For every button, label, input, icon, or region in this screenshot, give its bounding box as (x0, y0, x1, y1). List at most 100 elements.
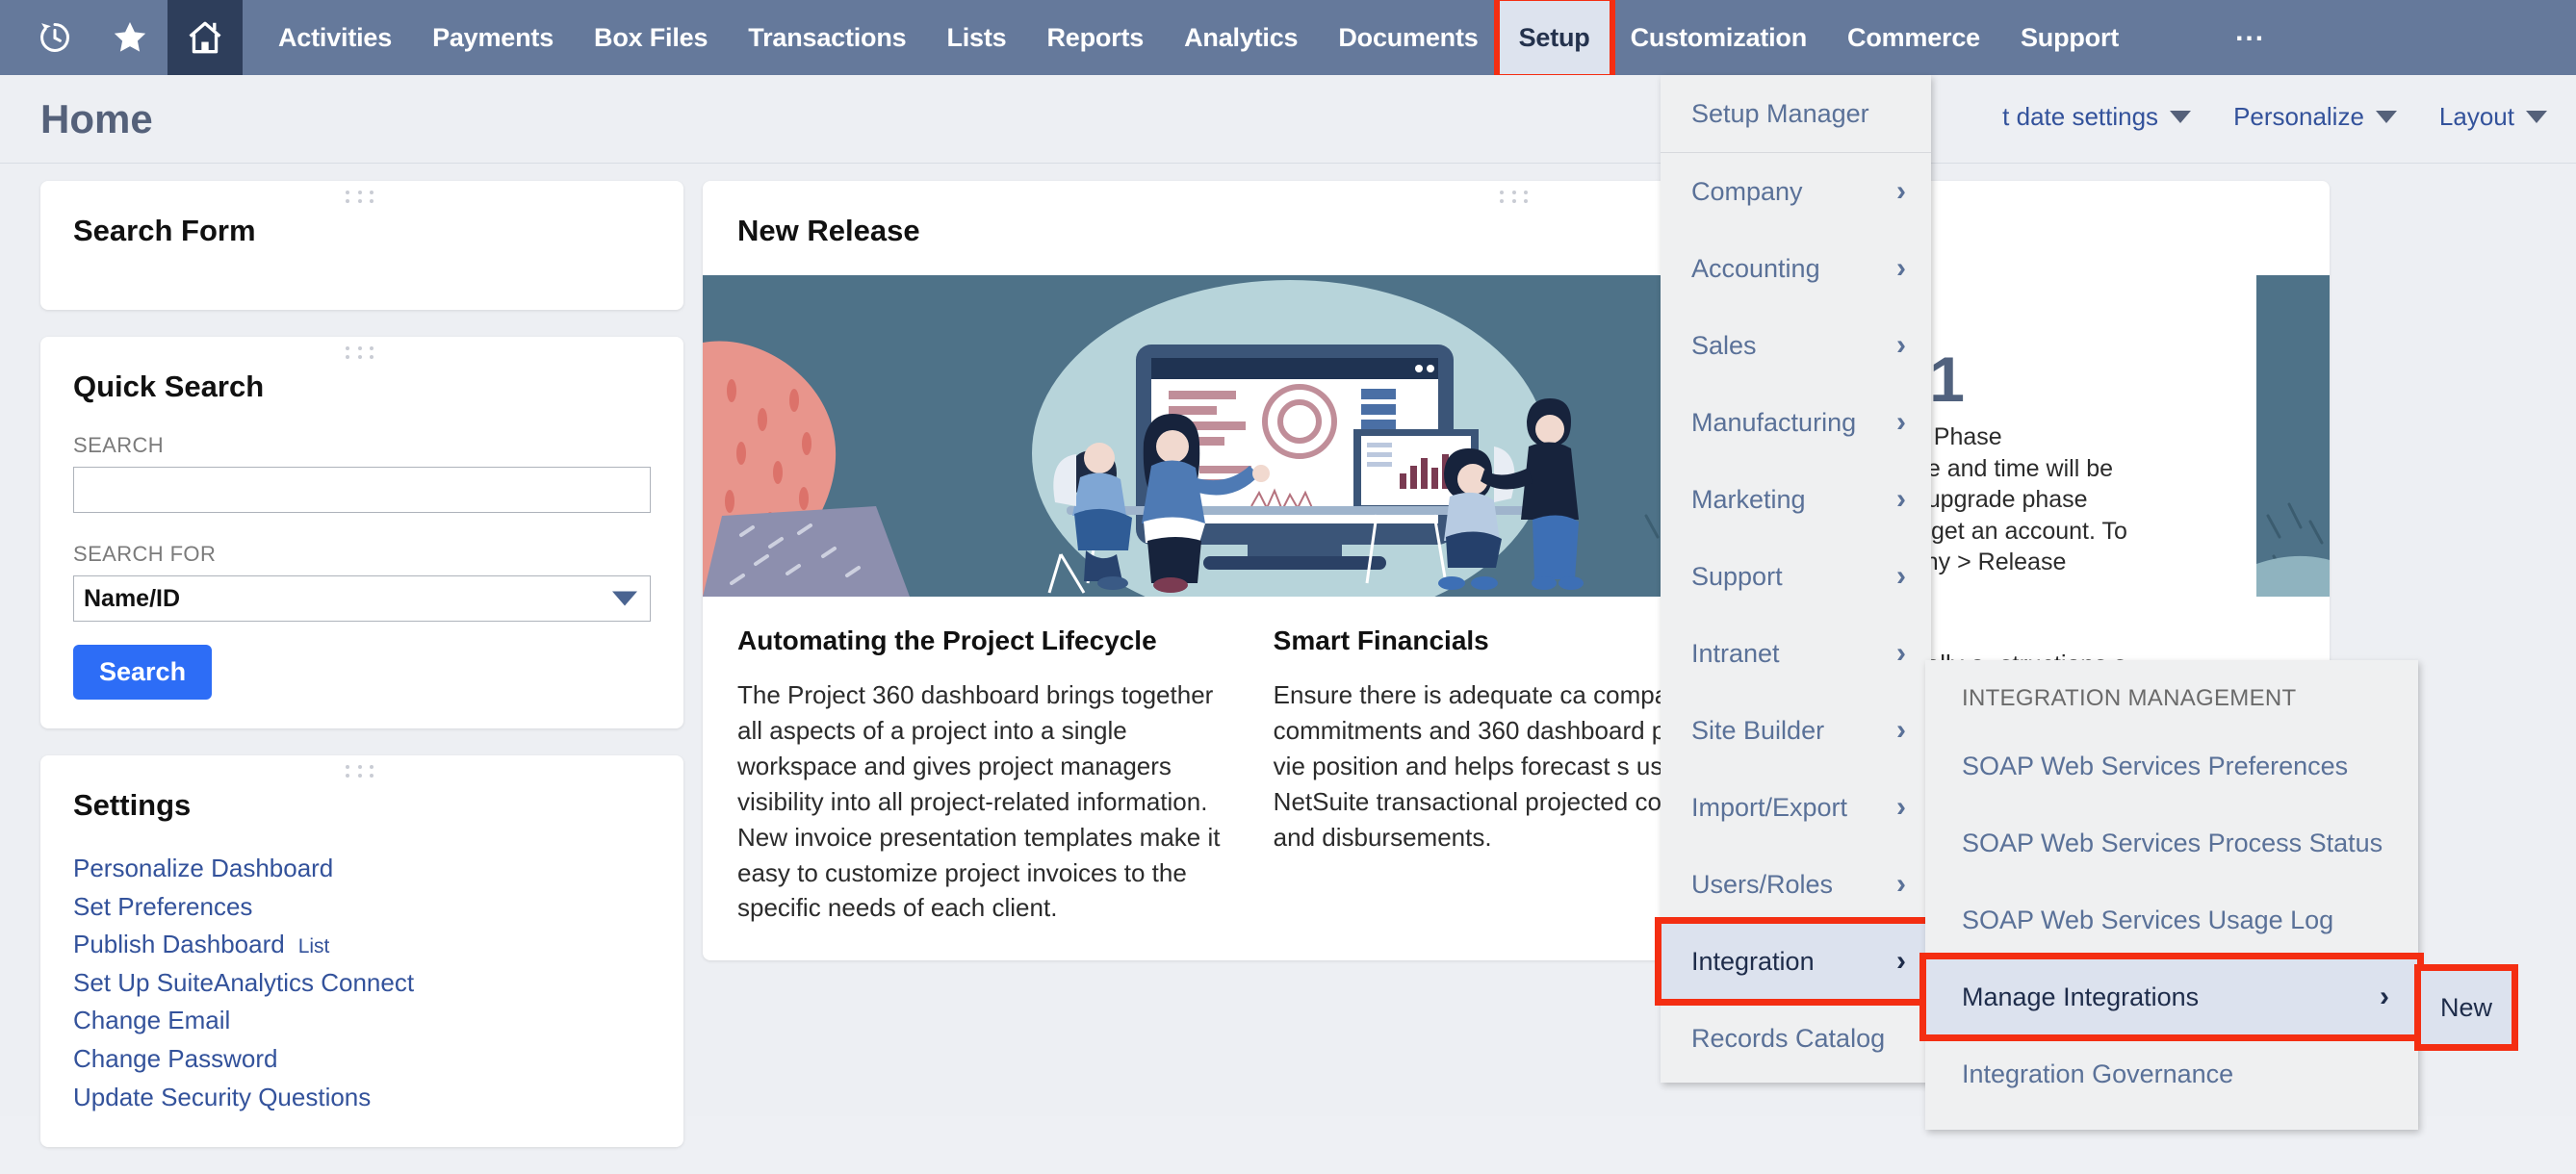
chevron-right-icon: › (1896, 175, 1906, 207)
search-form-portlet: Search Form (40, 181, 683, 310)
menu-label: Users/Roles (1691, 869, 1834, 899)
publish-dashboard-label: Publish Dashboard (73, 930, 285, 959)
search-for-field-label: SEARCH FOR (73, 542, 217, 566)
nav-item-support[interactable]: Support (2000, 0, 2139, 75)
submenu-label: SOAP Web Services Preferences (1962, 751, 2349, 780)
nav-overflow-ellipsis-icon[interactable]: ... (2235, 0, 2265, 75)
menu-item-records-catalog[interactable]: Records Catalog (1661, 1000, 1931, 1077)
nav-label: Setup (1518, 22, 1590, 52)
nav-item-list: Activities Payments Box Files Transactio… (258, 0, 2139, 80)
menu-label: Intranet (1691, 638, 1780, 668)
menu-item-integration[interactable]: Integration › (1655, 917, 1937, 1006)
personalize-label: Personalize (2233, 102, 2364, 131)
menu-label: Setup Manager (1691, 98, 1869, 128)
menu-item-manufacturing[interactable]: Manufacturing › (1661, 384, 1931, 461)
settings-link-set-up-suiteanalytics-connect[interactable]: Set Up SuiteAnalytics Connect (73, 966, 651, 1001)
search-input[interactable] (73, 467, 651, 513)
drag-handle-icon[interactable] (1500, 191, 1533, 204)
nav-item-lists[interactable]: Lists (926, 0, 1026, 75)
submenu-item-soap-web-services-process-status[interactable]: SOAP Web Services Process Status (1925, 804, 2418, 881)
publish-dashboard-list-link[interactable]: List (298, 935, 330, 957)
menu-item-intranet[interactable]: Intranet › (1661, 615, 1931, 692)
integration-submenu: INTEGRATION MANAGEMENT SOAP Web Services… (1919, 660, 2424, 1130)
search-button[interactable]: Search (73, 645, 213, 700)
menu-item-company[interactable]: Company › (1661, 153, 1931, 230)
drag-handle-icon[interactable] (346, 346, 378, 360)
submenu-label: SOAP Web Services Usage Log (1962, 905, 2334, 934)
nav-label: Transactions (748, 22, 907, 52)
nav-label: Support (2020, 22, 2120, 52)
menu-item-setup-manager[interactable]: Setup Manager (1661, 75, 1931, 152)
article-heading: Automating the Project Lifecycle (737, 625, 1157, 655)
chevron-right-icon: › (1896, 252, 1906, 284)
menu-label: Site Builder (1691, 715, 1825, 745)
chevron-right-icon: › (1896, 791, 1906, 823)
nav-item-payments[interactable]: Payments (412, 0, 574, 75)
nav-item-analytics[interactable]: Analytics (1164, 0, 1318, 75)
settings-link-publish-dashboard[interactable]: Publish Dashboard List (73, 928, 651, 962)
chevron-right-icon: › (1896, 483, 1906, 515)
nav-label: Payments (432, 22, 554, 52)
chevron-down-icon (2170, 111, 2192, 123)
nav-label: Reports (1046, 22, 1145, 52)
home-icon[interactable] (167, 0, 243, 75)
settings-link-personalize-dashboard[interactable]: Personalize Dashboard (73, 852, 651, 886)
new-label: New (2439, 992, 2492, 1022)
nav-item-customization[interactable]: Customization (1610, 0, 1827, 75)
nav-item-documents[interactable]: Documents (1318, 0, 1498, 75)
menu-item-site-builder[interactable]: Site Builder › (1661, 692, 1931, 769)
submenu-item-manage-integrations[interactable]: Manage Integrations › (1919, 953, 2424, 1041)
menu-item-users-roles[interactable]: Users/Roles › (1661, 846, 1931, 923)
settings-link-set-preferences[interactable]: Set Preferences (73, 890, 651, 925)
recent-history-icon[interactable] (17, 0, 92, 75)
dashboard-left-column: Search Form Quick Search SEARCH SEARCH F… (40, 181, 683, 1174)
menu-item-accounting[interactable]: Accounting › (1661, 230, 1931, 307)
submenu-item-integration-governance[interactable]: Integration Governance (1925, 1035, 2418, 1112)
chevron-right-icon: › (1896, 406, 1906, 438)
settings-link-change-email[interactable]: Change Email (73, 1004, 651, 1038)
submenu-label: Integration Governance (1962, 1059, 2234, 1088)
menu-label: Import/Export (1691, 792, 1848, 822)
menu-item-marketing[interactable]: Marketing › (1661, 461, 1931, 538)
date-settings-dropdown[interactable]: t date settings (2002, 102, 2192, 132)
settings-link-change-password[interactable]: Change Password (73, 1042, 651, 1077)
search-form-title: Search Form (73, 214, 256, 247)
drag-handle-icon[interactable] (346, 191, 378, 204)
chevron-right-icon: › (2380, 981, 2389, 1012)
new-integration-menu-item[interactable]: New (2414, 964, 2518, 1051)
nav-item-reports[interactable]: Reports (1026, 0, 1164, 75)
date-settings-label: t date settings (2002, 102, 2159, 131)
layout-dropdown[interactable]: Layout (2439, 102, 2547, 132)
menu-item-support[interactable]: Support › (1661, 538, 1931, 615)
menu-label: Manufacturing (1691, 407, 1857, 437)
settings-link-update-security-questions[interactable]: Update Security Questions (73, 1081, 651, 1115)
article-body: The Project 360 dashboard brings togethe… (737, 680, 1221, 923)
nav-item-box-files[interactable]: Box Files (574, 0, 728, 75)
search-for-select[interactable]: Name/ID (73, 575, 651, 622)
chevron-down-icon (612, 591, 637, 606)
chevron-right-icon: › (1896, 329, 1906, 361)
menu-label: Sales (1691, 330, 1757, 360)
menu-label: Accounting (1691, 253, 1820, 283)
submenu-item-soap-web-services-usage-log[interactable]: SOAP Web Services Usage Log (1925, 881, 2418, 958)
submenu-item-soap-web-services-preferences[interactable]: SOAP Web Services Preferences (1925, 727, 2418, 804)
menu-item-import-export[interactable]: Import/Export › (1661, 769, 1931, 846)
submenu-label: SOAP Web Services Process Status (1962, 828, 2383, 857)
new-release-title: New Release (737, 214, 920, 247)
submenu-section-header: INTEGRATION MANAGEMENT (1962, 685, 2297, 711)
personalize-dropdown[interactable]: Personalize (2233, 102, 2397, 132)
nav-item-commerce[interactable]: Commerce (1827, 0, 2000, 75)
nav-item-transactions[interactable]: Transactions (728, 0, 926, 75)
drag-handle-icon[interactable] (346, 765, 378, 778)
setup-dropdown-menu: Setup Manager Company › Accounting › Sal… (1655, 75, 1937, 1083)
nav-label: Documents (1338, 22, 1479, 52)
chevron-right-icon: › (1896, 714, 1906, 746)
shortcuts-star-icon[interactable] (92, 0, 167, 75)
settings-portlet: Settings Personalize Dashboard Set Prefe… (40, 755, 683, 1148)
nav-label: Lists (946, 22, 1007, 52)
search-field-label: SEARCH (73, 433, 165, 457)
menu-item-sales[interactable]: Sales › (1661, 307, 1931, 384)
nav-item-setup[interactable]: Setup (1493, 0, 1615, 80)
nav-label: Analytics (1184, 22, 1299, 52)
nav-item-activities[interactable]: Activities (258, 0, 412, 75)
